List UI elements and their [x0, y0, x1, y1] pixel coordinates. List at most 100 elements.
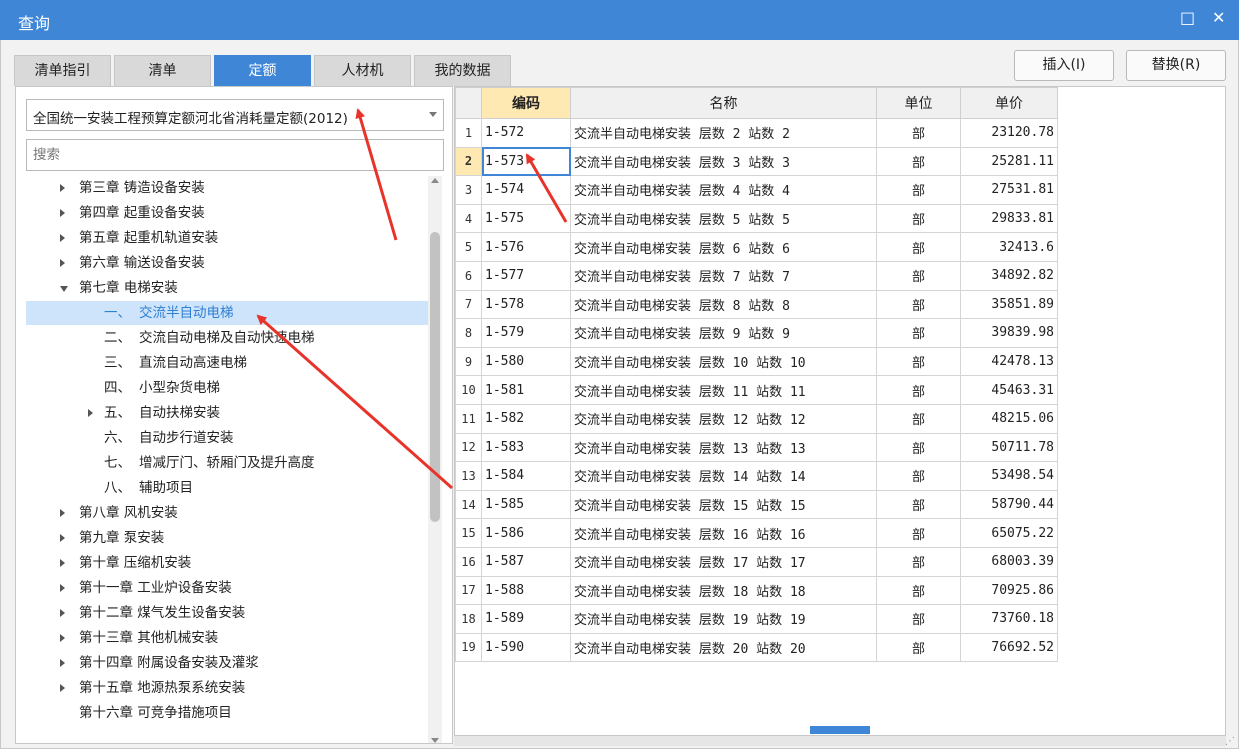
search-input[interactable] — [26, 139, 444, 171]
name-cell[interactable]: 交流半自动电梯安装 层数 20 站数 20 — [570, 632, 877, 663]
tree-node[interactable]: 六、 自动步行道安装 — [26, 426, 428, 450]
collapse-icon[interactable] — [60, 609, 65, 617]
scroll-up-icon[interactable] — [431, 178, 439, 183]
code-cell[interactable]: 1-588 — [481, 575, 571, 606]
collapse-icon[interactable] — [60, 584, 65, 592]
insert-button[interactable]: 插入(I) — [1014, 50, 1114, 81]
table-row[interactable]: 8 1-579 交流半自动电梯安装 层数 9 站数 9 部 39839.98 — [455, 318, 1058, 348]
collapse-icon[interactable] — [60, 659, 65, 667]
collapse-icon[interactable] — [60, 559, 65, 567]
table-row[interactable]: 18 1-589 交流半自动电梯安装 层数 19 站数 19 部 73760.18 — [455, 604, 1058, 634]
price-cell[interactable]: 32413.6 — [960, 232, 1058, 262]
name-cell[interactable]: 交流半自动电梯安装 层数 13 站数 13 — [570, 432, 877, 463]
unit-cell[interactable]: 部 — [876, 289, 961, 320]
tree-node[interactable]: 第五章 起重机轨道安装 — [60, 226, 428, 250]
name-cell[interactable]: 交流半自动电梯安装 层数 7 站数 7 — [570, 260, 877, 291]
price-cell[interactable]: 70925.86 — [960, 575, 1058, 606]
tree-node[interactable]: 五、 自动扶梯安装 — [26, 401, 428, 425]
table-row[interactable]: 13 1-584 交流半自动电梯安装 层数 14 站数 14 部 53498.54 — [455, 461, 1058, 491]
table-row[interactable]: 3 1-574 交流半自动电梯安装 层数 4 站数 4 部 27531.81 — [455, 175, 1058, 205]
price-cell[interactable]: 42478.13 — [960, 346, 1058, 377]
unit-cell[interactable]: 部 — [876, 318, 961, 348]
table-row[interactable]: 15 1-586 交流半自动电梯安装 层数 16 站数 16 部 65075.22 — [455, 518, 1058, 548]
code-cell[interactable]: 1-589 — [481, 604, 571, 634]
replace-button[interactable]: 替换(R) — [1126, 50, 1226, 81]
name-cell[interactable]: 交流半自动电梯安装 层数 10 站数 10 — [570, 346, 877, 377]
price-cell[interactable]: 73760.18 — [960, 604, 1058, 634]
tab-labor-material-machine[interactable]: 人材机 — [314, 55, 411, 86]
tree-node[interactable]: 七、 增减厅门、轿厢门及提升高度 — [26, 451, 428, 475]
unit-cell[interactable]: 部 — [876, 175, 961, 205]
unit-cell[interactable]: 部 — [876, 346, 961, 377]
tree-node[interactable]: 二、 交流自动电梯及自动快速电梯 — [26, 326, 428, 350]
table-row[interactable]: 2 1-573 交流半自动电梯安装 层数 3 站数 3 部 25281.11 — [455, 146, 1058, 177]
name-cell[interactable]: 交流半自动电梯安装 层数 14 站数 14 — [570, 461, 877, 491]
table-row[interactable]: 14 1-585 交流半自动电梯安装 层数 15 站数 15 部 58790.44 — [455, 489, 1058, 520]
code-cell[interactable]: 1-577 — [481, 260, 571, 291]
tree-node[interactable]: 第十五章 地源热泵系统安装 — [60, 676, 428, 700]
price-cell[interactable]: 53498.54 — [960, 461, 1058, 491]
tree-node[interactable]: 第十四章 附属设备安装及灌浆 — [60, 651, 428, 675]
row-number-cell[interactable]: 16 — [455, 546, 482, 577]
code-cell[interactable]: 1-584 — [481, 461, 571, 491]
row-number-cell[interactable]: 4 — [455, 203, 482, 234]
name-cell[interactable]: 交流半自动电梯安装 层数 15 站数 15 — [570, 489, 877, 520]
grid-horizontal-scrollbar[interactable] — [454, 726, 1226, 746]
tree-node[interactable]: 一、 交流半自动电梯 — [26, 301, 428, 325]
unit-cell[interactable]: 部 — [876, 118, 961, 148]
resize-grip-icon[interactable]: ⋰ — [1225, 736, 1235, 747]
close-icon[interactable]: ✕ — [1212, 8, 1225, 27]
table-row[interactable]: 5 1-576 交流半自动电梯安装 层数 6 站数 6 部 32413.6 — [455, 232, 1058, 262]
code-cell[interactable]: 1-587 — [481, 546, 571, 577]
price-cell[interactable]: 68003.39 — [960, 546, 1058, 577]
code-cell[interactable]: 1-581 — [481, 375, 571, 405]
tab-bill[interactable]: 清单 — [114, 55, 211, 86]
tree-node[interactable]: 第九章 泵安装 — [60, 526, 428, 550]
name-cell[interactable]: 交流半自动电梯安装 层数 18 站数 18 — [570, 575, 877, 606]
row-number-cell[interactable]: 18 — [455, 604, 482, 634]
price-cell[interactable]: 25281.11 — [960, 146, 1058, 177]
row-number-cell[interactable]: 12 — [455, 432, 482, 463]
price-cell[interactable]: 76692.52 — [960, 632, 1058, 663]
table-row[interactable]: 9 1-580 交流半自动电梯安装 层数 10 站数 10 部 42478.13 — [455, 346, 1058, 377]
name-cell[interactable]: 交流半自动电梯安装 层数 3 站数 3 — [570, 146, 877, 177]
tree-node[interactable]: 第七章 电梯安装 — [60, 276, 428, 300]
collapse-icon[interactable] — [60, 234, 65, 242]
name-cell[interactable]: 交流半自动电梯安装 层数 2 站数 2 — [570, 118, 877, 148]
row-number-cell[interactable]: 5 — [455, 232, 482, 262]
code-cell[interactable]: 1-575 — [481, 203, 571, 234]
price-cell[interactable]: 58790.44 — [960, 489, 1058, 520]
tree-node[interactable]: 第十一章 工业炉设备安装 — [60, 576, 428, 600]
unit-cell[interactable]: 部 — [876, 461, 961, 491]
chevron-down-icon[interactable] — [429, 112, 437, 117]
expand-icon[interactable] — [60, 286, 68, 292]
collapse-icon[interactable] — [88, 409, 93, 417]
row-number-cell[interactable]: 19 — [455, 632, 482, 663]
unit-cell[interactable]: 部 — [876, 575, 961, 606]
code-cell[interactable]: 1-579 — [481, 318, 571, 348]
collapse-icon[interactable] — [60, 509, 65, 517]
unit-cell[interactable]: 部 — [876, 632, 961, 663]
table-row[interactable]: 11 1-582 交流半自动电梯安装 层数 12 站数 12 部 48215.06 — [455, 403, 1058, 434]
quota-library-select[interactable]: 全国统一安装工程预算定额河北省消耗量定额(2012) — [26, 99, 444, 131]
price-cell[interactable]: 65075.22 — [960, 518, 1058, 548]
name-cell[interactable]: 交流半自动电梯安装 层数 4 站数 4 — [570, 175, 877, 205]
code-cell[interactable]: 1-590 — [481, 632, 571, 663]
name-cell[interactable]: 交流半自动电梯安装 层数 11 站数 11 — [570, 375, 877, 405]
unit-cell[interactable]: 部 — [876, 375, 961, 405]
table-row[interactable]: 17 1-588 交流半自动电梯安装 层数 18 站数 18 部 70925.86 — [455, 575, 1058, 606]
unit-cell[interactable]: 部 — [876, 146, 961, 177]
price-cell[interactable]: 27531.81 — [960, 175, 1058, 205]
name-cell[interactable]: 交流半自动电梯安装 层数 16 站数 16 — [570, 518, 877, 548]
table-row[interactable]: 7 1-578 交流半自动电梯安装 层数 8 站数 8 部 35851.89 — [455, 289, 1058, 320]
row-number-cell[interactable]: 6 — [455, 260, 482, 291]
unit-cell[interactable]: 部 — [876, 546, 961, 577]
column-header-unit[interactable]: 单位 — [876, 87, 961, 119]
code-cell[interactable]: 1-572 — [481, 118, 571, 148]
unit-cell[interactable]: 部 — [876, 260, 961, 291]
row-number-cell[interactable]: 2 — [455, 146, 482, 177]
tab-quota[interactable]: 定额 — [214, 55, 311, 86]
name-cell[interactable]: 交流半自动电梯安装 层数 9 站数 9 — [570, 318, 877, 348]
column-header-price[interactable]: 单价 — [960, 87, 1058, 119]
unit-cell[interactable]: 部 — [876, 432, 961, 463]
